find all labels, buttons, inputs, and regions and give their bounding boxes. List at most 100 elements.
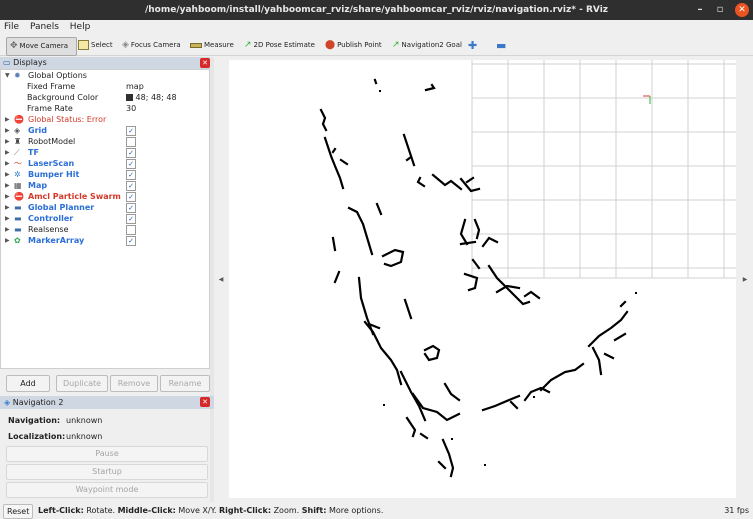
close-icon[interactable]: ✕ xyxy=(200,58,210,68)
window-titlebar: /home/yahboom/install/yahboomcar_rviz/sh… xyxy=(0,0,753,20)
enable-checkbox[interactable]: ✓ xyxy=(126,214,136,224)
enable-checkbox[interactable] xyxy=(126,137,136,147)
remove-tool-button[interactable]: ▬ xyxy=(496,37,506,54)
menubar: File Panels Help xyxy=(0,20,753,35)
enable-checkbox[interactable]: ✓ xyxy=(126,203,136,213)
map-pin-icon: ⬤ xyxy=(325,40,336,50)
marker-icon: ✿ xyxy=(14,236,21,245)
display-item[interactable]: ▶ ⛔ Amcl Particle Swarm ✓ xyxy=(1,191,209,202)
focus-camera-tool[interactable]: ◈ Focus Camera xyxy=(122,37,181,54)
tree-item-background-color[interactable]: Background Color 48; 48; 48 xyxy=(1,92,209,103)
maximize-button[interactable]: ▫ xyxy=(713,3,727,17)
pose-estimate-tool[interactable]: ↗ 2D Pose Estimate xyxy=(244,37,315,54)
menu-help[interactable]: Help xyxy=(66,20,95,35)
laserscan-icon: 〜 xyxy=(14,159,22,168)
background-color-value[interactable]: 48; 48; 48 xyxy=(126,92,177,103)
reset-button[interactable]: Reset xyxy=(3,504,34,519)
chevron-right-icon[interactable]: ▶ xyxy=(5,114,10,125)
display-item[interactable]: ▶ ▦ Map ✓ xyxy=(1,180,209,191)
frame-rate-value[interactable]: 30 xyxy=(126,103,136,114)
enable-checkbox[interactable] xyxy=(126,225,136,235)
close-icon[interactable]: ✕ xyxy=(200,397,210,407)
error-icon: ⛔ xyxy=(14,192,24,201)
chevron-right-icon[interactable]: ▶ xyxy=(5,147,10,158)
display-item[interactable]: ▶ ◈ Grid ✓ xyxy=(1,125,209,136)
navigation-panel-header: ◈ Navigation 2 ✕ xyxy=(0,396,214,409)
chevron-right-icon[interactable]: ▶ xyxy=(5,136,10,147)
tree-item-fixed-frame[interactable]: Fixed Frame map xyxy=(1,81,209,92)
chevron-right-icon[interactable]: ▶ xyxy=(5,213,10,224)
display-item[interactable]: ▶ ⛔ Global Status: Error xyxy=(1,114,209,125)
menu-file[interactable]: File xyxy=(0,20,23,35)
menu-panels[interactable]: Panels xyxy=(26,20,63,35)
displays-title: Displays xyxy=(13,58,47,67)
chevron-right-icon[interactable]: ▶ xyxy=(5,224,10,235)
add-tool-button[interactable]: ✚ xyxy=(468,37,477,54)
display-item[interactable]: ▶ ✿ MarkerArray ✓ xyxy=(1,235,209,246)
enable-checkbox[interactable]: ✓ xyxy=(126,148,136,158)
color-swatch xyxy=(126,94,133,101)
chevron-right-icon[interactable]: ▶ xyxy=(5,125,10,136)
minimize-button[interactable]: – xyxy=(693,3,707,17)
remove-display-button[interactable]: Remove xyxy=(110,375,158,392)
close-button[interactable]: ✕ xyxy=(735,3,749,17)
display-item[interactable]: ▶ ▬ Global Planner ✓ xyxy=(1,202,209,213)
chevron-right-icon[interactable]: ▶ xyxy=(5,202,10,213)
ruler-icon xyxy=(190,42,202,48)
window-title: /home/yahboom/install/yahboomcar_rviz/sh… xyxy=(144,5,609,15)
select-tool[interactable]: Select xyxy=(78,37,113,54)
display-item-label: Amcl Particle Swarm xyxy=(28,192,121,201)
duplicate-display-button[interactable]: Duplicate xyxy=(56,375,108,392)
map-icon: ▦ xyxy=(14,181,22,190)
navigation-panel-title: Navigation 2 xyxy=(12,398,64,407)
navigation-status: Navigation: unknown xyxy=(8,416,103,425)
add-display-button[interactable]: Add xyxy=(6,375,50,392)
collapse-right-icon[interactable]: ▶ xyxy=(737,57,753,502)
move-camera-icon: ✥ xyxy=(10,41,18,51)
waypoint-mode-button[interactable]: Waypoint mode xyxy=(6,482,208,498)
measure-tool[interactable]: Measure xyxy=(190,37,234,54)
enable-checkbox[interactable]: ✓ xyxy=(126,126,136,136)
move-camera-tool[interactable]: ✥ Move Camera xyxy=(6,37,77,56)
localization-status: Localization:unknown xyxy=(8,432,103,441)
enable-checkbox[interactable]: ✓ xyxy=(126,192,136,202)
chevron-right-icon[interactable]: ▶ xyxy=(5,180,10,191)
grid-lines xyxy=(471,60,736,279)
display-item[interactable]: ▶ ✲ Bumper Hit ✓ xyxy=(1,169,209,180)
publish-point-tool[interactable]: ⬤ Publish Point xyxy=(325,37,382,54)
tf-frame-icon xyxy=(643,95,651,104)
displays-tree[interactable]: ▼ ✹ Global Options Fixed Frame map Backg… xyxy=(0,69,210,369)
tree-item-frame-rate[interactable]: Frame Rate 30 xyxy=(1,103,209,114)
startup-button[interactable]: Startup xyxy=(6,464,208,480)
render-view[interactable] xyxy=(229,60,736,498)
error-icon: ⛔ xyxy=(14,115,24,124)
enable-checkbox[interactable]: ✓ xyxy=(126,236,136,246)
display-item[interactable]: ▶ ▬ Controller ✓ xyxy=(1,213,209,224)
collapse-left-icon[interactable]: ◀ xyxy=(214,57,228,502)
folder-icon: ▬ xyxy=(14,225,22,234)
chevron-right-icon[interactable]: ▶ xyxy=(5,158,10,169)
robot-icon: ♜ xyxy=(14,137,22,146)
tree-item-global-options[interactable]: ▼ ✹ Global Options xyxy=(1,70,209,81)
pause-button[interactable]: Pause xyxy=(6,446,208,462)
display-item[interactable]: ▶ 〜 LaserScan ✓ xyxy=(1,158,209,169)
display-item[interactable]: ▶ ⟋ TF ✓ xyxy=(1,147,209,158)
rename-display-button[interactable]: Rename xyxy=(160,375,210,392)
enable-checkbox[interactable]: ✓ xyxy=(126,181,136,191)
fixed-frame-value[interactable]: map xyxy=(126,81,144,92)
chevron-right-icon[interactable]: ▶ xyxy=(5,235,10,246)
display-item-label: RobotModel xyxy=(28,137,76,146)
grid-icon: ◈ xyxy=(14,126,21,135)
focus-camera-icon: ◈ xyxy=(122,40,129,50)
displays-panel-header: ▭ Displays ✕ xyxy=(0,57,214,69)
display-item[interactable]: ▶ ♜ RobotModel xyxy=(1,136,209,147)
enable-checkbox[interactable]: ✓ xyxy=(126,170,136,180)
display-item[interactable]: ▶ ▬ Realsense xyxy=(1,224,209,235)
chevron-right-icon[interactable]: ▶ xyxy=(5,191,10,202)
map-canvas xyxy=(319,60,736,478)
chevron-right-icon[interactable]: ▶ xyxy=(5,169,10,180)
chevron-down-icon[interactable]: ▼ xyxy=(5,70,10,81)
measure-label: Measure xyxy=(204,41,234,49)
enable-checkbox[interactable]: ✓ xyxy=(126,159,136,169)
nav2-goal-tool[interactable]: ↗ Navigation2 Goal xyxy=(392,37,462,54)
